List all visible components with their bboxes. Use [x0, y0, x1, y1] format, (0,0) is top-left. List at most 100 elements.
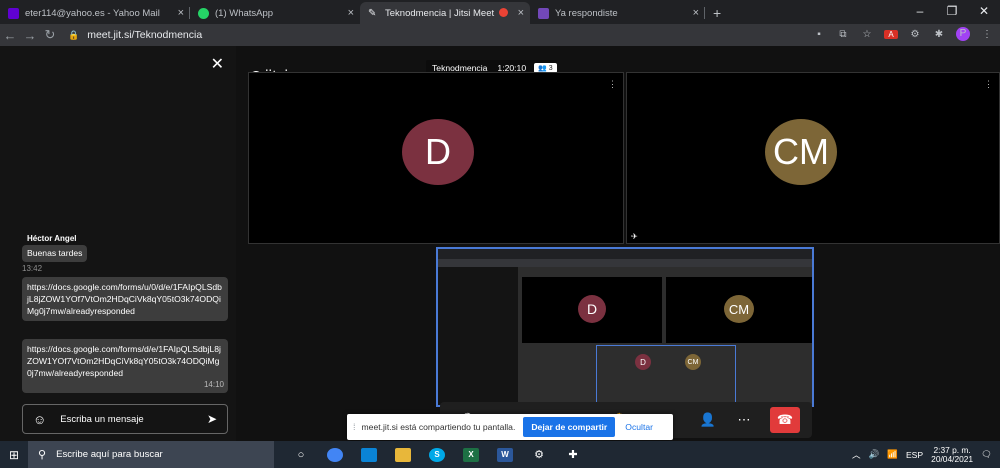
clock[interactable]: 2:37 p. m. 20/04/2021: [931, 445, 974, 464]
send-icon[interactable]: ➤: [207, 412, 217, 426]
close-window-button[interactable]: ✕: [968, 0, 1000, 24]
app-icon[interactable]: ✚: [556, 441, 590, 468]
participants-button[interactable]: 👤: [694, 408, 722, 432]
windows-taskbar: ⊞ ⚲ Escribe aquí para buscar ○ S X W ⚙ ✚…: [0, 441, 1000, 468]
avatar: D: [635, 354, 651, 370]
tab-google-forms[interactable]: Ya respondiste ×: [530, 2, 705, 24]
participants-badge[interactable]: 👥 3: [534, 62, 557, 73]
network-icon[interactable]: 📶: [887, 449, 898, 460]
more-options-icon[interactable]: ⋮: [984, 79, 993, 90]
close-icon[interactable]: ×: [348, 7, 354, 19]
photos-icon[interactable]: [352, 441, 386, 468]
participants-icon: 👥: [538, 64, 547, 72]
extensions-area: ▪ ⧉ ☆ A ⚙ ✱ P ⋮: [812, 27, 994, 41]
more-options-icon[interactable]: ⋮: [608, 79, 617, 90]
meeting-title: Teknodmencia: [432, 62, 488, 73]
language-indicator[interactable]: ESP: [906, 450, 923, 460]
back-icon[interactable]: ←: [0, 28, 20, 43]
puzzle-icon[interactable]: ✱: [932, 29, 946, 40]
menu-icon[interactable]: ⋮: [980, 29, 994, 40]
meeting-stage: jitsi Teknodmencia 1:20:10 👥 3 D ⋮ CM ⋮ …: [236, 46, 1000, 441]
reload-icon[interactable]: ↻: [40, 27, 60, 43]
close-icon[interactable]: ×: [693, 7, 699, 19]
chat-message-input[interactable]: ☺ Escriba un mensaje ➤: [22, 404, 228, 434]
chat-message-link[interactable]: https://docs.google.com/forms/u/0/d/e/1F…: [22, 277, 228, 321]
forward-icon[interactable]: →: [20, 28, 40, 43]
avatar: CM: [724, 295, 754, 323]
tab-label: (1) WhatsApp: [215, 7, 274, 19]
tab-label: Teknodmencia | Jitsi Meet: [385, 7, 495, 19]
google-forms-icon: [538, 7, 549, 19]
address-bar: ← → ↻ 🔒 meet.jit.si/Teknodmencia ▪ ⧉ ☆ A…: [0, 24, 1000, 46]
close-icon[interactable]: ×: [518, 7, 524, 19]
lock-icon: 🔒: [68, 29, 80, 40]
message-text: https://docs.google.com/forms/d/e/1FAIpQ…: [27, 344, 221, 378]
message-text: https://docs.google.com/forms/u/0/d/e/1F…: [27, 282, 222, 316]
participant-tile[interactable]: CM ⋮ ✈: [626, 72, 1000, 244]
participant-tile[interactable]: D ⋮: [248, 72, 624, 244]
tab-whatsapp[interactable]: (1) WhatsApp ×: [190, 2, 360, 24]
preview-addressbar: [438, 259, 812, 267]
avatar: CM: [765, 119, 837, 185]
participants-count: 3: [548, 64, 553, 72]
hide-button[interactable]: Ocultar: [625, 422, 653, 432]
close-chat-icon[interactable]: ✕: [211, 54, 224, 74]
window-controls: – ❐ ✕: [904, 0, 1000, 24]
preview-tile: CM: [666, 277, 812, 343]
url-field[interactable]: 🔒 meet.jit.si/Teknodmencia: [68, 29, 202, 41]
tab-jitsi-meet[interactable]: ✎ Teknodmencia | Jitsi Meet ×: [360, 2, 530, 24]
chat-message-link[interactable]: https://docs.google.com/forms/d/e/1FAIpQ…: [22, 339, 228, 393]
tab-yahoo-mail[interactable]: eter114@yahoo.es - Yahoo Mail ×: [0, 2, 190, 24]
taskbar-apps: ○ S X W ⚙ ✚: [284, 441, 590, 468]
pdf-extension-icon[interactable]: A: [884, 29, 898, 39]
avatar: D: [578, 295, 606, 323]
volume-icon[interactable]: 🔊: [869, 449, 880, 460]
notifications-icon[interactable]: 🗨: [981, 449, 992, 460]
chrome-icon[interactable]: [318, 441, 352, 468]
settings-icon[interactable]: ⚙: [522, 441, 556, 468]
browser-tab-bar: eter114@yahoo.es - Yahoo Mail × (1) What…: [0, 0, 1000, 24]
yahoo-mail-icon: [8, 7, 19, 19]
screen-share-preview[interactable]: D CM D CM: [436, 247, 814, 407]
windows-start-icon[interactable]: ⊞: [0, 448, 28, 462]
camera-icon[interactable]: ▪: [812, 29, 826, 40]
url-text: meet.jit.si/Teknodmencia: [87, 29, 203, 41]
message-sender: Héctor Angel: [27, 234, 77, 243]
more-actions-button[interactable]: ⋯: [730, 408, 758, 432]
cortana-icon[interactable]: ○: [284, 441, 318, 468]
screen-share-notification: ⁞ meet.jit.si está compartiendo tu panta…: [347, 414, 673, 440]
muted-icon: ✈: [631, 232, 638, 241]
preview-tile: D: [522, 277, 662, 343]
system-tray: ︿ 🔊 📶 ESP 2:37 p. m. 20/04/2021 🗨: [852, 441, 992, 468]
search-icon: ⚲: [38, 449, 47, 461]
recording-icon: [499, 8, 508, 17]
clock-date: 20/04/2021: [931, 453, 974, 464]
chat-message: Buenas tardes: [22, 245, 88, 262]
message-time: 13:42: [22, 264, 43, 273]
preview-nested: D CM: [596, 345, 736, 405]
minimize-button[interactable]: –: [904, 0, 936, 24]
taskbar-search[interactable]: ⚲ Escribe aquí para buscar: [28, 441, 274, 468]
extension-icon[interactable]: ⚙: [908, 29, 922, 40]
maximize-button[interactable]: ❐: [936, 0, 968, 24]
skype-icon[interactable]: S: [420, 441, 454, 468]
profile-avatar[interactable]: P: [956, 27, 970, 41]
avatar: CM: [685, 354, 701, 370]
star-icon[interactable]: ☆: [860, 29, 874, 40]
new-tab-button[interactable]: +: [713, 2, 721, 24]
cast-icon[interactable]: ⧉: [836, 29, 850, 40]
preview-tabbar: [438, 249, 812, 259]
drag-handle-icon[interactable]: ⁞: [353, 422, 356, 432]
tab-label: eter114@yahoo.es - Yahoo Mail: [25, 7, 160, 19]
word-icon[interactable]: W: [488, 441, 522, 468]
hangup-button[interactable]: ☎: [770, 407, 800, 433]
stop-sharing-button[interactable]: Dejar de compartir: [523, 417, 616, 437]
excel-icon[interactable]: X: [454, 441, 488, 468]
jitsi-icon: ✎: [368, 7, 377, 19]
file-explorer-icon[interactable]: [386, 441, 420, 468]
chat-panel: ✕ Héctor Angel Buenas tardes 13:42 https…: [0, 46, 236, 441]
share-notice-text: meet.jit.si está compartiendo tu pantall…: [361, 422, 516, 432]
chevron-up-icon[interactable]: ︿: [852, 449, 861, 461]
emoji-icon[interactable]: ☺: [33, 412, 46, 427]
close-icon[interactable]: ×: [178, 7, 184, 19]
